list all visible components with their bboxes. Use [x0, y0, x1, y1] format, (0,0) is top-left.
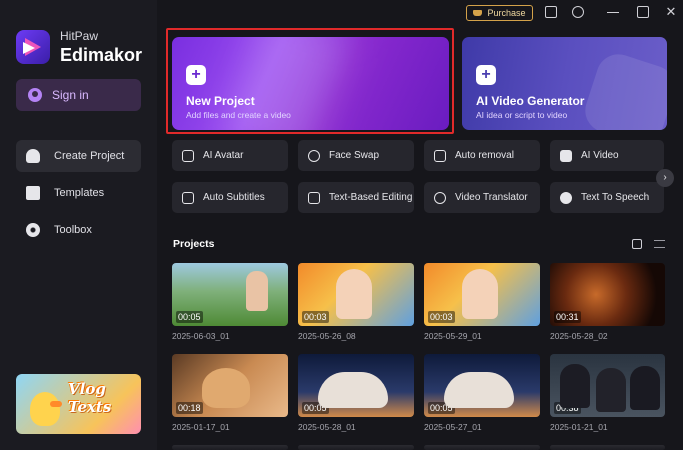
- project-date: 2025-05-29_01: [424, 331, 482, 341]
- project-thumbnail[interactable]: 00:05: [424, 354, 540, 417]
- brand-product: Edimakor: [60, 45, 143, 65]
- chevron-right-icon[interactable]: ›: [656, 169, 674, 187]
- feature-label: Auto Subtitles: [203, 192, 265, 203]
- feature-label: AI Video: [581, 150, 619, 161]
- grid-view-icon[interactable]: [632, 239, 642, 249]
- sidebar-item-templates[interactable]: Templates: [16, 177, 141, 209]
- feature-label: AI Avatar: [203, 150, 244, 161]
- templates-icon: [26, 186, 40, 200]
- project-thumbnail[interactable]: 00:05: [298, 354, 414, 417]
- project-duration: 00:18: [176, 402, 203, 414]
- sidebar-item-label: Templates: [54, 187, 105, 199]
- promo-text: Vlog Texts: [68, 380, 112, 416]
- feature-label: Auto removal: [455, 150, 514, 161]
- sidebar-item-create-project[interactable]: Create Project: [16, 140, 141, 172]
- avatar-icon: [182, 149, 194, 162]
- face-swap-icon: [308, 149, 320, 162]
- project-duration: 00:05: [176, 311, 203, 323]
- new-project-subtitle: Add files and create a video: [186, 110, 291, 120]
- project-thumbnail[interactable]: 00:18: [172, 354, 288, 417]
- feature-face-swap[interactable]: Face Swap: [298, 140, 414, 171]
- subtitles-icon: [182, 191, 194, 204]
- project-date: 2025-06-03_01: [172, 331, 230, 341]
- info-icon[interactable]: [572, 6, 584, 18]
- minimize-icon[interactable]: [607, 12, 619, 13]
- feature-ai-video[interactable]: AI Video: [550, 140, 664, 171]
- project-duration: 00:05: [302, 402, 329, 414]
- ai-video-generator-title: AI Video Generator: [476, 94, 585, 108]
- sidebar: HitPaw Edimakor Sign in Create Project T…: [0, 0, 157, 450]
- feature-label: Text To Speech: [581, 192, 650, 203]
- new-project-card[interactable]: + New Project Add files and create a vid…: [172, 37, 449, 130]
- project-thumbnail[interactable]: 00:38: [550, 354, 665, 417]
- project-thumbnail[interactable]: 00:31: [550, 263, 665, 326]
- plus-icon: +: [476, 65, 496, 85]
- ai-video-icon: [560, 149, 572, 162]
- tts-icon: [560, 191, 572, 204]
- feature-auto-removal[interactable]: Auto removal: [424, 140, 540, 171]
- purchase-button[interactable]: Purchase: [466, 5, 533, 21]
- project-date: 2025-01-21_01: [550, 422, 608, 432]
- new-project-title: New Project: [186, 94, 255, 108]
- project-thumbnail[interactable]: 00:05: [172, 263, 288, 326]
- brand-company: HitPaw: [60, 29, 99, 43]
- auto-removal-icon: [434, 149, 446, 162]
- feature-text-based-editing[interactable]: Text-Based Editing: [298, 182, 414, 213]
- cart-icon: [473, 10, 483, 16]
- purchase-label: Purchase: [487, 8, 526, 18]
- project-thumbnail[interactable]: [550, 445, 665, 450]
- project-thumbnail[interactable]: [172, 445, 288, 450]
- project-thumbnail[interactable]: [424, 445, 540, 450]
- sign-in-button[interactable]: Sign in: [16, 79, 141, 111]
- sidebar-item-label: Create Project: [54, 150, 125, 162]
- project-duration: 00:03: [302, 311, 329, 323]
- sign-in-label: Sign in: [52, 88, 89, 102]
- text-edit-icon: [308, 191, 320, 204]
- toolbox-icon: [26, 223, 40, 237]
- project-duration: 00:05: [428, 402, 455, 414]
- project-duration: 00:38: [554, 402, 581, 414]
- sidebar-item-toolbox[interactable]: Toolbox: [16, 214, 141, 246]
- translator-icon: [434, 191, 446, 204]
- feature-video-translator[interactable]: Video Translator: [424, 182, 540, 213]
- app-window: HitPaw Edimakor Sign in Create Project T…: [0, 0, 683, 450]
- sidebar-nav: Create Project Templates Toolbox: [16, 140, 141, 251]
- brand: HitPaw Edimakor: [16, 30, 142, 64]
- project-date: 2025-05-28_02: [550, 331, 608, 341]
- project-thumbnail[interactable]: 00:03: [424, 263, 540, 326]
- project-date: 2025-01-17_01: [172, 422, 230, 432]
- feature-ai-avatar[interactable]: AI Avatar: [172, 140, 288, 171]
- sidebar-item-label: Toolbox: [54, 224, 92, 236]
- plus-icon: +: [186, 65, 206, 85]
- feature-auto-subtitles[interactable]: Auto Subtitles: [172, 182, 288, 213]
- projects-heading: Projects: [173, 238, 215, 250]
- project-date: 2025-05-26_08: [298, 331, 356, 341]
- feature-label: Video Translator: [455, 192, 528, 203]
- maximize-icon[interactable]: [637, 6, 649, 18]
- project-duration: 00:03: [428, 311, 455, 323]
- duck-mascot-icon: [30, 392, 62, 426]
- feature-text-to-speech[interactable]: Text To Speech: [550, 182, 664, 213]
- home-icon: [26, 149, 40, 163]
- user-avatar-icon: [28, 88, 42, 102]
- list-view-icon[interactable]: [654, 240, 665, 248]
- edimakor-logo-icon: [16, 30, 50, 64]
- feature-label: Face Swap: [329, 150, 380, 161]
- title-bar: Purchase ✕: [157, 0, 683, 26]
- project-thumbnail[interactable]: 00:03: [298, 263, 414, 326]
- ai-video-generator-card[interactable]: + AI Video Generator AI idea or script t…: [462, 37, 667, 130]
- project-thumbnail[interactable]: [298, 445, 414, 450]
- project-date: 2025-05-28_01: [298, 422, 356, 432]
- project-duration: 00:31: [554, 311, 581, 323]
- feedback-icon[interactable]: [545, 6, 557, 18]
- feature-label: Text-Based Editing: [329, 192, 413, 203]
- ai-video-generator-subtitle: AI idea or script to video: [476, 110, 568, 120]
- project-date: 2025-05-27_01: [424, 422, 482, 432]
- close-icon[interactable]: ✕: [665, 5, 677, 18]
- vlog-texts-promo-banner[interactable]: Vlog Texts: [16, 374, 141, 434]
